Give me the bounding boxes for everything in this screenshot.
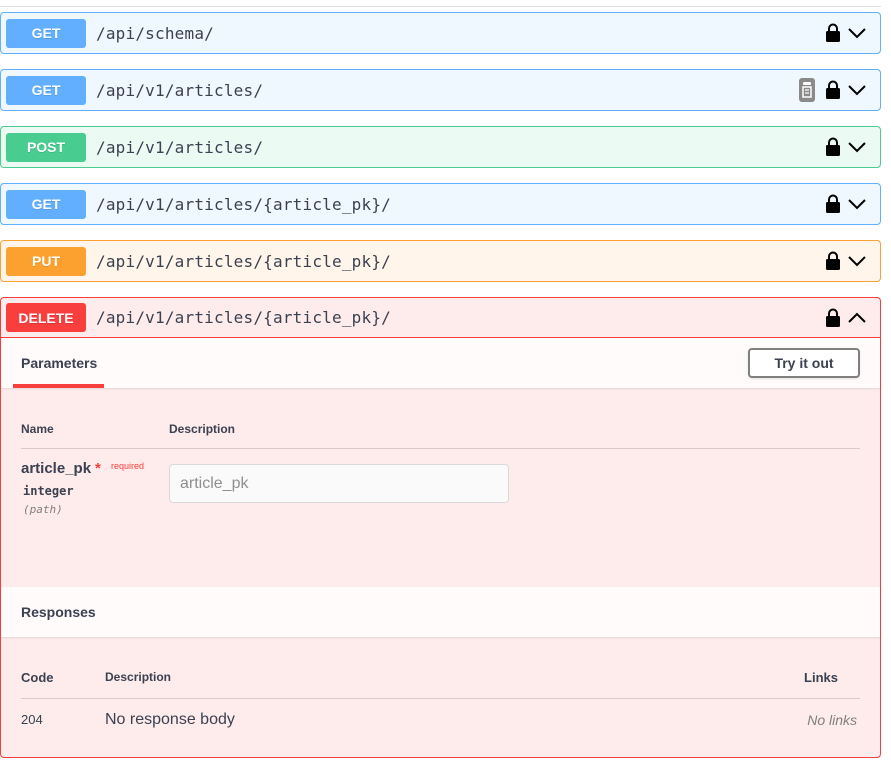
method-badge: GET <box>6 18 86 48</box>
method-badge: PUT <box>6 246 86 276</box>
required-label: required <box>111 461 145 471</box>
operation-get-article: GET /api/v1/articles/{article_pk}/ <box>0 183 881 225</box>
method-badge: GET <box>6 75 86 105</box>
parameter-location: (path) <box>23 503 63 516</box>
lock-icon[interactable] <box>825 251 841 271</box>
chevron-down-icon[interactable] <box>847 27 867 39</box>
operation-get-schema: GET /api/schema/ <box>0 12 881 54</box>
operation-path: /api/v1/articles/{article_pk}/ <box>96 308 391 327</box>
chevron-down-icon[interactable] <box>847 84 867 96</box>
try-it-out-button[interactable]: Try it out <box>748 348 860 378</box>
response-description: No response body <box>105 711 235 728</box>
method-badge: POST <box>6 132 86 162</box>
column-header-description: Description <box>105 670 172 684</box>
clipboard-icon[interactable] <box>799 78 815 102</box>
column-header-name: Name <box>21 422 54 436</box>
operation-post-articles: POST /api/v1/articles/ <box>0 126 881 168</box>
lock-icon[interactable] <box>825 137 841 157</box>
operation-get-articles: GET /api/v1/articles/ <box>0 69 881 111</box>
article-pk-input[interactable] <box>169 464 509 503</box>
lock-icon[interactable] <box>825 308 841 328</box>
lock-icon[interactable] <box>825 194 841 214</box>
table-divider <box>21 448 860 449</box>
chevron-down-icon[interactable] <box>847 198 867 210</box>
operation-summary[interactable]: GET /api/v1/articles/ <box>1 70 880 110</box>
operation-path: /api/v1/articles/{article_pk}/ <box>96 194 391 214</box>
chevron-up-icon[interactable] <box>847 312 867 324</box>
operation-path: /api/v1/articles/ <box>96 137 264 157</box>
tab-parameters[interactable]: Parameters <box>21 347 97 379</box>
operation-summary[interactable]: GET /api/v1/articles/{article_pk}/ <box>1 184 880 224</box>
operation-summary[interactable]: PUT /api/v1/articles/{article_pk}/ <box>1 241 880 281</box>
swagger-operations-list: GET /api/schema/ GET /api/v1/articles/ P… <box>0 0 891 773</box>
method-badge: GET <box>6 189 86 219</box>
table-divider <box>21 698 860 699</box>
parameter-type: integer <box>23 484 74 498</box>
responses-header: Responses <box>1 587 880 637</box>
required-star: * <box>95 460 101 477</box>
operation-summary[interactable]: DELETE /api/v1/articles/{article_pk}/ <box>1 298 880 338</box>
chevron-down-icon[interactable] <box>847 141 867 153</box>
chevron-down-icon[interactable] <box>847 255 867 267</box>
operation-summary[interactable]: POST /api/v1/articles/ <box>1 127 880 167</box>
parameter-name: article_pk * <box>21 460 101 477</box>
column-header-links: Links <box>804 670 838 685</box>
method-badge: DELETE <box>6 303 86 332</box>
operation-put-article: PUT /api/v1/articles/{article_pk}/ <box>0 240 881 282</box>
operation-path: /api/v1/articles/ <box>96 80 264 100</box>
responses-table: Code Description Links 204 No response b… <box>1 637 880 757</box>
lock-icon[interactable] <box>825 80 841 100</box>
responses-title: Responses <box>21 604 96 620</box>
divider <box>0 6 881 7</box>
operation-path: /api/v1/articles/{article_pk}/ <box>96 251 391 271</box>
response-links: No links <box>807 712 857 728</box>
parameters-table: Name Description article_pk * required in… <box>1 388 880 587</box>
operation-path: /api/schema/ <box>96 23 214 43</box>
response-code: 204 <box>21 712 43 727</box>
column-header-code: Code <box>21 670 54 685</box>
lock-icon[interactable] <box>825 23 841 43</box>
column-header-description: Description <box>169 422 236 436</box>
operation-summary[interactable]: GET /api/schema/ <box>1 13 880 53</box>
parameters-header: Parameters Try it out <box>1 338 880 388</box>
operation-delete-article: DELETE /api/v1/articles/{article_pk}/ Pa… <box>0 297 881 758</box>
